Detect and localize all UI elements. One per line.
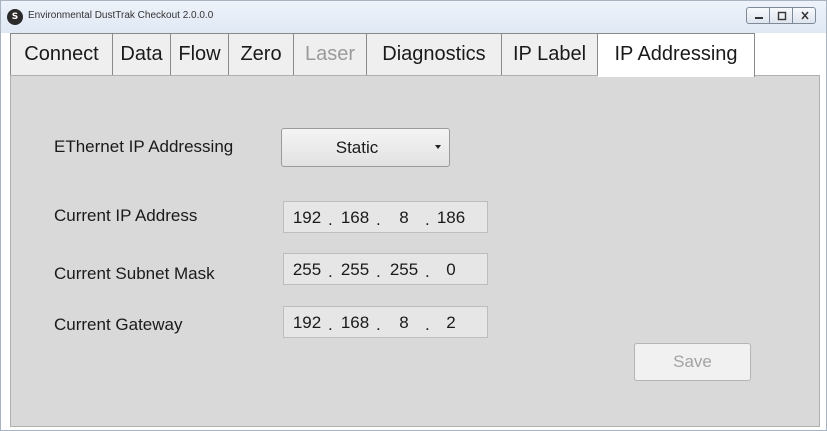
- window-title: Environmental DustTrak Checkout 2.0.0.0: [28, 10, 214, 21]
- gateway-separator: .: [425, 315, 430, 334]
- gateway-octet-2: 168: [340, 313, 370, 332]
- close-button[interactable]: [792, 7, 816, 24]
- gateway-octet-4: 2: [446, 313, 456, 332]
- gateway-label: Current Gateway: [54, 315, 183, 334]
- subnet-separator: .: [425, 262, 430, 281]
- window-controls: [746, 7, 816, 24]
- maximize-button[interactable]: [769, 7, 793, 24]
- chevron-down-icon: [435, 145, 441, 149]
- subnet-mask-label: Current Subnet Mask: [54, 264, 215, 283]
- subnet-mask-field[interactable]: 255 . 255 . 255 . 0: [283, 253, 488, 285]
- tab-strip: Connect Data Flow Zero Laser Diagnostics…: [10, 33, 755, 77]
- addressing-mode-label: EThernet IP Addressing: [54, 137, 234, 156]
- subnet-separator: .: [376, 262, 381, 281]
- maximize-icon: [777, 11, 787, 21]
- title-bar[interactable]: S Environmental DustTrak Checkout 2.0.0.…: [1, 1, 826, 33]
- tab-data[interactable]: Data: [113, 33, 171, 76]
- minimize-icon: [755, 17, 763, 19]
- ip-octet-3: 8: [399, 208, 409, 227]
- gateway-octet-3: 8: [399, 313, 409, 332]
- ip-address-field[interactable]: 192 . 168 . 8 . 186: [283, 201, 488, 233]
- gateway-octet-1: 192: [292, 313, 322, 332]
- tab-flow[interactable]: Flow: [171, 33, 229, 76]
- addressing-mode-value: Static: [335, 138, 379, 157]
- tab-diagnostics[interactable]: Diagnostics: [367, 33, 502, 76]
- tab-zero[interactable]: Zero: [229, 33, 294, 76]
- subnet-octet-2: 255: [340, 260, 370, 279]
- ip-separator: .: [328, 210, 333, 229]
- tab-connect[interactable]: Connect: [10, 33, 113, 76]
- addressing-mode-dropdown[interactable]: Static: [281, 128, 450, 167]
- subnet-octet-1: 255: [292, 260, 322, 279]
- ip-separator: .: [376, 210, 381, 229]
- tab-ip-addressing[interactable]: IP Addressing: [598, 33, 755, 77]
- tsi-logo-icon: S: [7, 9, 23, 25]
- close-icon: [801, 11, 809, 20]
- subnet-octet-4: 0: [446, 260, 456, 279]
- subnet-octet-3: 255: [389, 260, 419, 279]
- save-button[interactable]: Save: [634, 343, 751, 381]
- tab-laser: Laser: [294, 33, 367, 76]
- ip-octet-1: 192: [292, 208, 322, 227]
- gateway-separator: .: [376, 315, 381, 334]
- ip-octet-2: 168: [340, 208, 370, 227]
- app-window: S Environmental DustTrak Checkout 2.0.0.…: [0, 0, 827, 431]
- minimize-button[interactable]: [746, 7, 770, 24]
- ip-address-label: Current IP Address: [54, 206, 198, 225]
- ip-separator: .: [425, 210, 430, 229]
- gateway-separator: .: [328, 315, 333, 334]
- gateway-field[interactable]: 192 . 168 . 8 . 2: [283, 306, 488, 338]
- tab-ip-label[interactable]: IP Label: [502, 33, 598, 76]
- ip-octet-4: 186: [436, 208, 466, 227]
- tab-strip-filler: [779, 33, 819, 76]
- subnet-separator: .: [328, 262, 333, 281]
